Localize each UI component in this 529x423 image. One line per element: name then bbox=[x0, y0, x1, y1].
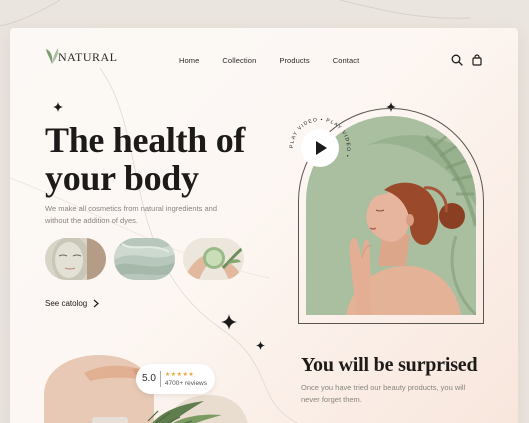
hero-title-line2: your body bbox=[45, 158, 199, 198]
rating-score: 5.0 bbox=[142, 371, 161, 387]
chevron-right-icon bbox=[93, 299, 100, 308]
main-nav: Home Collection Products Contact bbox=[179, 56, 382, 65]
rating-badge: 5.0 ★★★★★ 4700+ reviews bbox=[136, 364, 215, 394]
nav-collection[interactable]: Collection bbox=[222, 56, 256, 65]
see-catalog-link[interactable]: See catolog bbox=[45, 299, 100, 308]
thumbnail-clay-mask[interactable] bbox=[45, 238, 106, 280]
hero-title-line1: The health of bbox=[45, 120, 246, 160]
review-count: 4700+ reviews bbox=[164, 379, 208, 387]
section-title: You will be surprised bbox=[301, 354, 478, 376]
nav-home[interactable]: Home bbox=[179, 56, 199, 65]
hero-subtitle: We make all cosmetics from natural ingre… bbox=[45, 204, 218, 225]
thumbnail-green-cream[interactable] bbox=[114, 238, 175, 280]
nav-products[interactable]: Products bbox=[279, 56, 309, 65]
search-icon[interactable] bbox=[451, 54, 463, 66]
thumbnail-cucumber-hands[interactable] bbox=[183, 238, 244, 280]
play-video-button[interactable]: PLAY VIDEO • PLAY VIDEO • bbox=[287, 115, 353, 181]
product-thumbnails bbox=[45, 238, 244, 280]
sparkle-icon bbox=[53, 102, 63, 112]
sparkle-icon bbox=[221, 314, 237, 330]
brand-logo[interactable]: NATURAL bbox=[44, 45, 118, 65]
see-catalog-label: See catolog bbox=[45, 299, 88, 308]
hero-title: The health of your body bbox=[45, 121, 275, 197]
logo-text: NATURAL bbox=[58, 50, 118, 64]
sparkle-icon bbox=[256, 341, 265, 350]
nav-contact[interactable]: Contact bbox=[333, 56, 360, 65]
landing-page-card: NATURAL Home Collection Products Contact… bbox=[10, 28, 518, 423]
shopping-bag-icon[interactable] bbox=[471, 54, 483, 66]
section-text: Once you have tried our beauty products,… bbox=[301, 383, 466, 404]
star-rating-icon: ★★★★★ bbox=[164, 371, 195, 378]
